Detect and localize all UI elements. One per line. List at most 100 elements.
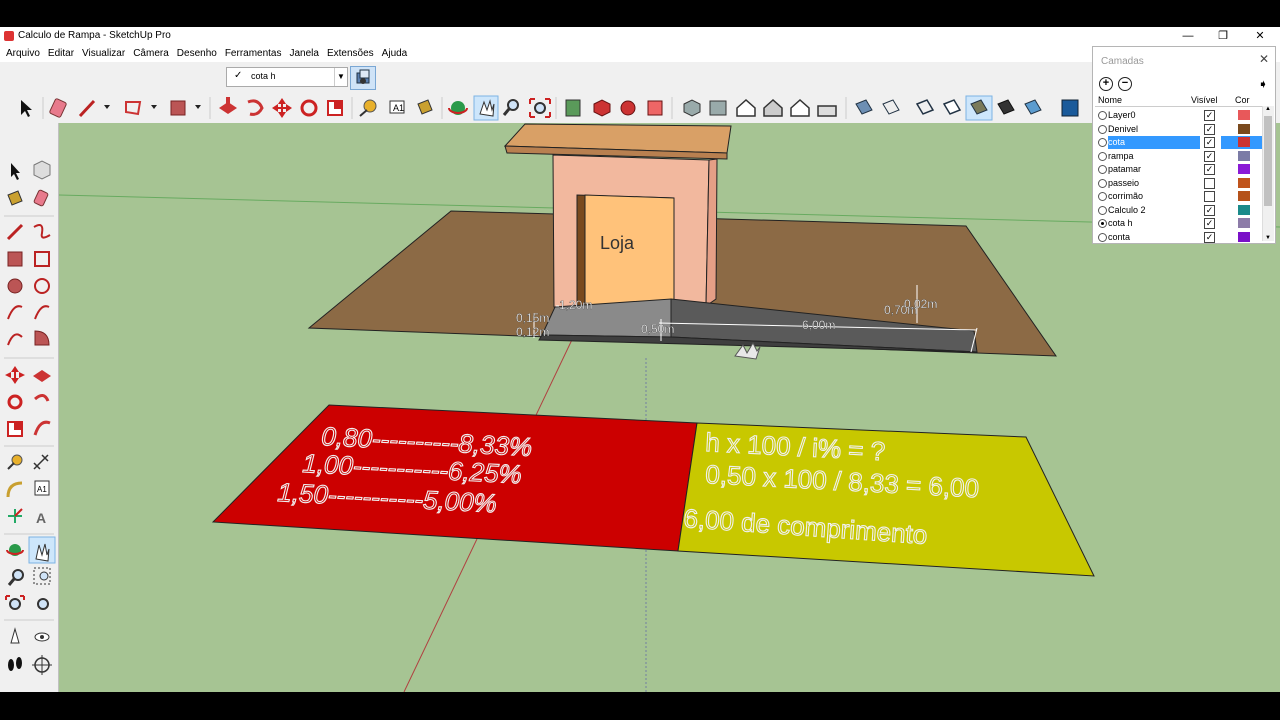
visibility-checkbox[interactable] (1204, 177, 1215, 189)
scroll-down-icon[interactable]: ▼ (1265, 235, 1271, 241)
select-tool-icon[interactable] (21, 100, 32, 117)
minimize-button[interactable]: — (1173, 28, 1203, 44)
monochrome-style-icon[interactable] (1024, 99, 1042, 115)
shapes-tool-icon[interactable] (125, 101, 157, 116)
circle-tool-icon[interactable] (7, 278, 23, 294)
rectangle-tool-icon[interactable] (7, 251, 23, 267)
hidden-line-style-icon[interactable] (942, 99, 962, 115)
layer-color-swatch[interactable] (1238, 177, 1250, 188)
3d-warehouse-icon[interactable] (593, 99, 611, 117)
visibility-checkbox[interactable] (1204, 191, 1215, 202)
menu-arquivo[interactable]: Arquivo (0, 45, 44, 59)
visibility-checkbox[interactable]: ✓ (1204, 110, 1215, 121)
freehand-tool-icon[interactable] (33, 224, 51, 239)
push-pull-tool-icon[interactable] (219, 97, 237, 114)
menu-editar[interactable]: Editar (44, 45, 78, 59)
layer-row[interactable]: Denivel ✓ (1095, 123, 1263, 136)
rotated-rectangle-tool-icon[interactable] (34, 251, 50, 267)
maximize-button[interactable]: ❐ (1208, 28, 1238, 44)
walk-tool-icon[interactable] (8, 657, 22, 671)
active-layer-radio[interactable] (1098, 178, 1107, 188)
layer-name[interactable]: cota h (1108, 217, 1200, 230)
eraser-tool-icon[interactable] (49, 98, 67, 118)
text-tool-icon[interactable]: A1 (34, 480, 50, 496)
zoom-extents-tool-icon[interactable] (529, 98, 551, 118)
visibility-checkbox[interactable]: ✓ (1204, 137, 1215, 148)
eraser-tool-icon[interactable] (33, 189, 49, 207)
rotate-tool-icon[interactable] (7, 394, 23, 410)
details-arrow-icon[interactable]: ➧ (1258, 77, 1268, 91)
active-layer-radio[interactable] (1098, 205, 1107, 215)
scroll-thumb[interactable] (1264, 116, 1272, 206)
active-layer-radio[interactable] (1098, 151, 1107, 161)
layer-color-swatch[interactable] (1238, 123, 1250, 134)
active-layer-radio[interactable] (1098, 192, 1107, 201)
layer-color-swatch[interactable] (1238, 231, 1250, 242)
zoom-window-tool-icon[interactable] (33, 567, 51, 585)
layer-manager-button[interactable] (350, 66, 376, 90)
push-pull-tool-icon[interactable] (33, 370, 51, 382)
visibility-checkbox[interactable]: ✓ (1204, 123, 1215, 135)
scroll-up-icon[interactable]: ▲ (1265, 106, 1271, 112)
axes-tool-icon[interactable] (8, 508, 23, 523)
active-layer-radio[interactable] (1098, 124, 1107, 134)
layers-scrollbar[interactable]: ▲ ▼ (1262, 106, 1274, 241)
layer-color-swatch[interactable] (1238, 150, 1250, 161)
rotate-tool-icon[interactable] (300, 99, 318, 117)
menu-ferramentas[interactable]: Ferramentas (221, 45, 286, 59)
follow-me-tool-icon[interactable] (247, 99, 264, 116)
layer-row[interactable]: Layer0 ✓ (1095, 109, 1263, 122)
layer-name[interactable]: corrimão (1108, 190, 1200, 203)
layer-color-swatch[interactable] (1238, 191, 1250, 201)
visibility-checkbox[interactable]: ✓ (1204, 204, 1215, 216)
iso-view-icon[interactable] (683, 99, 701, 117)
left-view-icon[interactable] (817, 105, 837, 117)
polygon-tool-icon[interactable] (34, 278, 50, 294)
paint-bucket-tool-icon[interactable] (417, 99, 433, 115)
paint-bucket-tool-icon[interactable] (7, 190, 23, 206)
scale-tool-icon[interactable] (327, 100, 343, 116)
layer-row[interactable]: conta ✓ (1095, 231, 1263, 244)
zoom-extents-tool-icon[interactable] (5, 595, 25, 610)
send-to-layout-icon[interactable] (647, 100, 663, 116)
position-camera-tool-icon[interactable] (10, 627, 20, 644)
back-edges-style-icon[interactable] (882, 99, 900, 115)
close-button[interactable]: ✕ (1245, 28, 1275, 44)
move-tool-icon[interactable] (5, 366, 25, 384)
protractor-tool-icon[interactable] (6, 481, 23, 498)
orbit-tool-icon[interactable] (6, 544, 24, 556)
tape-measure-tool-icon[interactable] (7, 454, 23, 470)
xray-style-icon[interactable] (855, 99, 873, 115)
visibility-checkbox[interactable]: ✓ (1204, 164, 1215, 175)
menu-extensoes[interactable]: Extensões (323, 45, 378, 59)
layer-dropdown[interactable]: ✓ cota h ▼ (226, 67, 348, 87)
visibility-checkbox[interactable]: ✓ (1204, 150, 1215, 162)
layer-name[interactable]: conta (1108, 231, 1200, 244)
add-location-icon[interactable] (565, 99, 581, 117)
layer-row[interactable]: patamar ✓ (1095, 163, 1263, 176)
remove-layer-button[interactable]: − (1118, 77, 1132, 91)
layer-name[interactable]: Calculo 2 (1108, 204, 1200, 217)
three-point-arc-tool-icon[interactable] (7, 333, 23, 346)
text-tool-icon[interactable]: A1 (389, 100, 405, 114)
layer-row[interactable]: Calculo 2 ✓ (1095, 204, 1263, 217)
menu-camera[interactable]: Câmera (129, 45, 173, 59)
front-view-icon[interactable] (736, 98, 756, 117)
layer-row[interactable]: rampa ✓ (1095, 150, 1263, 163)
layer-color-swatch[interactable] (1238, 164, 1250, 174)
layer-name[interactable]: cota (1108, 136, 1200, 149)
two-point-arc-tool-icon[interactable] (34, 305, 50, 320)
extension-warehouse-icon[interactable] (620, 100, 636, 116)
zoom-tool-icon[interactable] (7, 569, 24, 586)
line-tool-icon[interactable] (78, 99, 110, 118)
look-around-tool-icon[interactable] (34, 632, 50, 642)
dimension-tool-icon[interactable] (33, 454, 49, 470)
wireframe-style-icon[interactable] (915, 99, 935, 115)
chevron-down-icon[interactable]: ▼ (334, 68, 347, 86)
section-plane-tool-icon[interactable] (32, 655, 52, 675)
shaded-textures-style-icon[interactable] (997, 99, 1015, 115)
layer-row[interactable]: passeio (1095, 177, 1263, 190)
orbit-tool-icon[interactable] (448, 101, 468, 115)
visibility-checkbox[interactable]: ✓ (1204, 231, 1215, 243)
back-view-icon[interactable] (790, 98, 810, 117)
